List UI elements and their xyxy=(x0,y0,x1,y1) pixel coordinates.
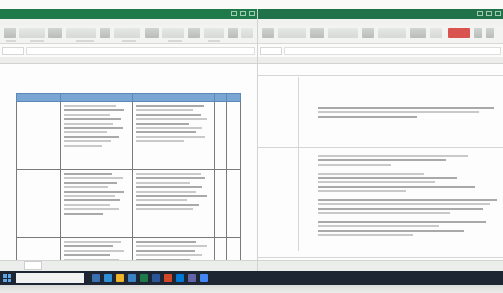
small-cell[interactable] xyxy=(226,237,241,261)
share-button[interactable] xyxy=(448,28,470,38)
small-cell[interactable] xyxy=(214,101,227,170)
status-bar xyxy=(258,260,503,271)
insert-icon[interactable] xyxy=(188,28,200,38)
small-cell[interactable] xyxy=(226,169,241,238)
sum-icon[interactable] xyxy=(228,28,238,38)
paste-icon[interactable] xyxy=(4,28,16,38)
excel-icon[interactable] xyxy=(140,274,148,282)
table-row xyxy=(16,169,241,238)
row-label-cell[interactable] xyxy=(16,169,61,238)
number-format-group[interactable] xyxy=(328,28,358,38)
table-header-cell[interactable] xyxy=(16,93,61,102)
ribbon-toolbar xyxy=(258,25,503,44)
name-box[interactable] xyxy=(260,47,282,55)
taskbar-search-box[interactable] xyxy=(16,273,84,283)
data-table xyxy=(16,93,241,261)
name-box[interactable] xyxy=(2,47,24,55)
row-divider xyxy=(258,147,503,148)
sheet-tab-bar xyxy=(0,260,257,271)
row-divider xyxy=(258,75,503,76)
table-header-cell[interactable] xyxy=(226,93,241,102)
table-row xyxy=(16,101,241,170)
alignment-icons[interactable] xyxy=(310,28,324,38)
ribbon-toolbar xyxy=(0,25,257,44)
column-headers xyxy=(258,57,503,64)
word-icon[interactable] xyxy=(152,274,160,282)
row-divider xyxy=(258,257,503,258)
worksheet-grid[interactable] xyxy=(0,57,257,261)
close-icon[interactable] xyxy=(249,11,255,16)
minimize-icon[interactable] xyxy=(231,11,237,16)
powerpoint-icon[interactable] xyxy=(164,274,172,282)
text-cell[interactable] xyxy=(60,237,133,261)
editing-icons[interactable] xyxy=(410,28,426,38)
photo-bottom-edge xyxy=(0,285,503,293)
text-cell[interactable] xyxy=(60,169,133,238)
table-header-cell[interactable] xyxy=(214,93,227,102)
text-cell[interactable] xyxy=(132,237,215,261)
sort-filter-icon[interactable] xyxy=(241,28,253,38)
row-label-cell[interactable] xyxy=(16,101,61,170)
small-cell[interactable] xyxy=(226,101,241,170)
desktop-screenshot xyxy=(0,0,503,293)
styles-icon[interactable] xyxy=(362,28,374,38)
window-title-bar xyxy=(258,9,503,19)
minimize-icon[interactable] xyxy=(477,11,483,16)
close-icon[interactable] xyxy=(495,11,501,16)
styles-group[interactable] xyxy=(162,28,184,38)
small-cell[interactable] xyxy=(214,237,227,261)
bold-italic-icons[interactable] xyxy=(48,28,62,38)
paste-icon[interactable] xyxy=(262,28,274,38)
table-header-cell[interactable] xyxy=(132,93,215,102)
task-view-icon[interactable] xyxy=(92,274,100,282)
left-spreadsheet-window xyxy=(0,9,258,271)
edge-browser-icon[interactable] xyxy=(104,274,112,282)
sheet-tab[interactable] xyxy=(24,261,42,270)
window-title-bar xyxy=(0,9,257,19)
formula-bar[interactable] xyxy=(26,47,255,55)
cells-group[interactable] xyxy=(204,28,224,38)
column-headers xyxy=(0,57,257,64)
taskbar xyxy=(0,271,503,285)
small-cell[interactable] xyxy=(214,169,227,238)
window-controls xyxy=(231,11,255,16)
teams-icon[interactable] xyxy=(188,274,196,282)
worksheet-grid[interactable] xyxy=(258,57,503,261)
font-group[interactable] xyxy=(278,28,306,38)
cell-text-block[interactable] xyxy=(318,155,501,238)
outlook-icon[interactable] xyxy=(176,274,184,282)
column-divider xyxy=(298,77,299,251)
row-label-cell[interactable] xyxy=(16,237,61,261)
search-icon[interactable] xyxy=(486,28,494,38)
store-icon[interactable] xyxy=(128,274,136,282)
chrome-icon[interactable] xyxy=(200,274,208,282)
cell-text-block[interactable] xyxy=(318,107,501,120)
wrap-text-icon[interactable] xyxy=(100,28,110,38)
text-cell[interactable] xyxy=(132,169,215,238)
text-cell[interactable] xyxy=(60,101,133,170)
conditional-format-icon[interactable] xyxy=(145,28,159,38)
maximize-icon[interactable] xyxy=(486,11,492,16)
formula-bar[interactable] xyxy=(284,47,501,55)
sort-filter-icon[interactable] xyxy=(430,28,442,38)
number-format-group[interactable] xyxy=(114,28,140,38)
windows-start-icon[interactable] xyxy=(3,274,11,282)
maximize-icon[interactable] xyxy=(240,11,246,16)
right-spreadsheet-window xyxy=(258,9,503,271)
file-explorer-icon[interactable] xyxy=(116,274,124,282)
text-cell[interactable] xyxy=(132,101,215,170)
table-header-row xyxy=(16,93,241,102)
table-row xyxy=(16,237,241,261)
font-group[interactable] xyxy=(19,28,45,38)
cells-group[interactable] xyxy=(378,28,406,38)
table-header-cell[interactable] xyxy=(60,93,133,102)
window-controls xyxy=(477,11,501,16)
comments-icon[interactable] xyxy=(474,28,482,38)
alignment-group[interactable] xyxy=(66,28,96,38)
